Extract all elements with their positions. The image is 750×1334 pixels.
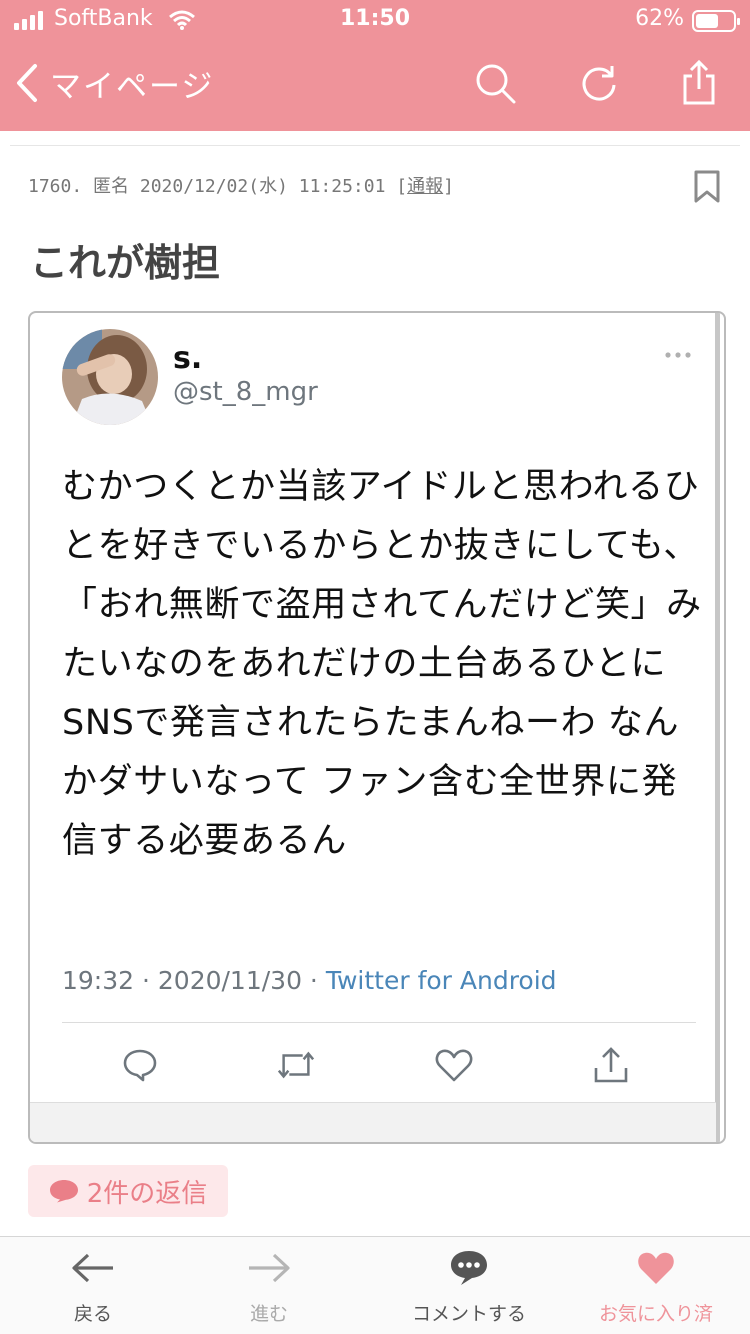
divider — [10, 145, 740, 146]
reply-icon[interactable] — [120, 1045, 160, 1085]
replies-label: 2件の返信 — [86, 1178, 208, 1209]
tweet-timestamp: 19:32 · 2020/11/30 · — [62, 966, 326, 995]
scroll-indicator — [715, 313, 720, 1142]
retweet-icon[interactable] — [276, 1045, 316, 1085]
search-icon[interactable] — [472, 60, 518, 106]
like-icon[interactable] — [434, 1045, 474, 1085]
bookmark-icon[interactable] — [693, 170, 721, 208]
comment-bubble-icon — [448, 1237, 490, 1299]
arrow-right-icon — [247, 1237, 291, 1299]
tweet-bottom-bar — [30, 1102, 716, 1142]
replies-button[interactable]: 2件の返信 — [28, 1165, 228, 1217]
divider — [62, 1022, 696, 1023]
tweet-author-handle[interactable]: @st_8_mgr — [173, 377, 318, 407]
tab-comment[interactable]: コメントする — [398, 1237, 540, 1334]
battery-percent: 62% — [635, 6, 684, 31]
share-icon[interactable] — [676, 60, 722, 106]
report-link[interactable]: 通報 — [407, 176, 443, 197]
tab-forward[interactable]: 進む — [228, 1237, 310, 1334]
tweet-text: むかつくとか当該アイドルと思われるひとを好きでいるからとか抜きにしても、「おれ無… — [62, 467, 702, 861]
arrow-left-icon — [71, 1237, 115, 1299]
tweet-author-name[interactable]: s. — [173, 341, 202, 376]
tab-favorite-label: お気に入り済 — [598, 1303, 713, 1325]
status-bar: SoftBank 11:50 62% — [0, 0, 750, 42]
heart-icon — [636, 1237, 676, 1299]
tab-back-label: 戻る — [73, 1303, 112, 1325]
post-meta: 1760. 匿名 2020/12/02(水) 11:25:01 [通報] — [28, 172, 454, 198]
battery-icon — [692, 10, 740, 32]
tab-forward-label: 進む — [249, 1303, 288, 1325]
more-dots-icon[interactable] — [664, 345, 692, 364]
post-title: これが樹担 — [30, 241, 221, 285]
embedded-tweet: s. @st_8_mgr むかつくとか当該アイドルと思われるひとを好きでいるから… — [28, 311, 726, 1144]
tweet-footer: 19:32 · 2020/11/30 · Twitter for Android — [62, 966, 557, 995]
reload-icon[interactable] — [576, 60, 622, 106]
tweet-source-link[interactable]: Twitter for Android — [326, 966, 557, 995]
post-meta-text: 1760. 匿名 2020/12/02(水) 11:25:01 [ — [28, 176, 408, 197]
post-meta-close: ] — [443, 176, 454, 197]
avatar[interactable] — [62, 329, 158, 425]
tab-back[interactable]: 戻る — [52, 1237, 134, 1334]
bottom-tab-bar: 戻る 進む コメントする お気に入り済 — [0, 1236, 750, 1334]
tab-comment-label: コメントする — [411, 1303, 526, 1325]
back-label: マイページ — [50, 68, 215, 105]
back-to-mypage-button[interactable]: マイページ — [14, 58, 214, 108]
chevron-left-icon — [17, 64, 37, 102]
tab-favorite[interactable]: お気に入り済 — [586, 1237, 726, 1334]
speech-bubble-icon — [49, 1180, 78, 1203]
share-icon[interactable] — [591, 1045, 631, 1085]
app-header: SoftBank 11:50 62% マイページ — [0, 0, 750, 131]
